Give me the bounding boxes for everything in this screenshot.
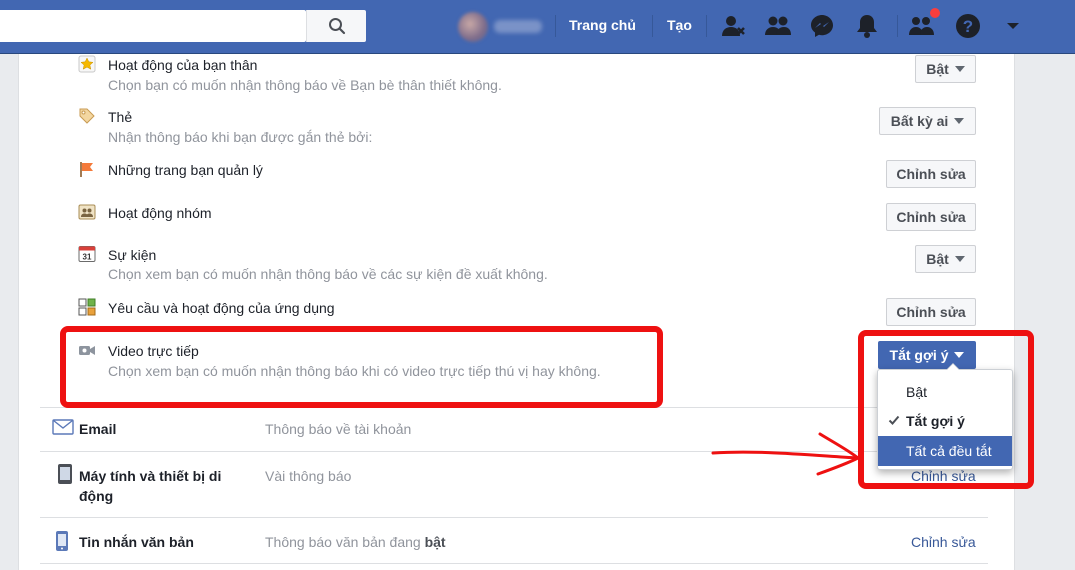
svg-text:?: ? bbox=[963, 17, 973, 36]
section-divider bbox=[40, 517, 988, 518]
groups-edit-button[interactable]: Chỉnh sửa bbox=[886, 203, 976, 231]
caret-down-icon bbox=[954, 66, 965, 72]
setting-title-groups: Hoạt động nhóm bbox=[108, 205, 212, 221]
button-label: Chỉnh sửa bbox=[896, 304, 966, 320]
account-menu-chevron-down-icon[interactable] bbox=[998, 11, 1028, 41]
profile-avatar[interactable] bbox=[458, 12, 488, 42]
notifications-bell-icon[interactable] bbox=[852, 11, 882, 41]
setting-desc-events: Chọn xem bạn có muốn nhận thông báo về c… bbox=[108, 266, 548, 282]
annotation-highlight-setting bbox=[60, 326, 663, 408]
section-title-devices: Máy tính và thiết bị di động bbox=[79, 468, 222, 504]
button-label: Bất kỳ ai bbox=[890, 113, 949, 129]
help-question-icon[interactable]: ? bbox=[953, 11, 983, 41]
button-label: Bật bbox=[926, 61, 949, 77]
sms-edit-link[interactable]: Chỉnh sửa bbox=[911, 534, 976, 550]
nav-separator bbox=[897, 15, 898, 37]
section-divider bbox=[40, 563, 988, 564]
search-button[interactable] bbox=[306, 10, 366, 42]
button-label: Chỉnh sửa bbox=[896, 209, 966, 225]
button-label: Chỉnh sửa bbox=[896, 166, 966, 182]
top-navigation-bar: Trang chủ Tạo ? bbox=[0, 0, 1075, 54]
section-title-email: Email bbox=[79, 421, 117, 437]
setting-desc-close-friends: Chọn bạn có muốn nhận thông báo về Bạn b… bbox=[108, 77, 502, 93]
annotation-arrow-icon bbox=[711, 432, 860, 476]
section-desc-devices: Vài thông báo bbox=[265, 468, 352, 484]
caret-down-icon bbox=[954, 256, 965, 262]
section-desc-email: Thông báo về tài khoản bbox=[265, 421, 412, 437]
phone-icon bbox=[55, 530, 69, 552]
apps-icon bbox=[78, 298, 96, 316]
setting-title-pages: Những trang bạn quản lý bbox=[108, 162, 263, 178]
calendar-day-number: 31 bbox=[83, 253, 92, 262]
notification-badge bbox=[929, 7, 941, 19]
flag-icon bbox=[78, 160, 96, 178]
close-friends-dropdown-button[interactable]: Bật bbox=[915, 55, 976, 83]
people-icon[interactable] bbox=[763, 11, 793, 41]
calendar-icon: 31 bbox=[78, 245, 96, 263]
star-icon bbox=[78, 55, 96, 73]
tag-icon bbox=[78, 107, 96, 125]
pages-edit-button[interactable]: Chỉnh sửa bbox=[886, 160, 976, 188]
events-dropdown-button[interactable]: Bật bbox=[915, 245, 976, 273]
nav-separator bbox=[555, 15, 556, 37]
setting-desc-tags: Nhận thông báo khi bạn được gắn thẻ bởi: bbox=[108, 129, 373, 145]
annotation-highlight-menu bbox=[858, 330, 1034, 489]
nav-separator bbox=[706, 15, 707, 37]
setting-title-tags: Thẻ bbox=[108, 109, 133, 125]
sms-status-value: bật bbox=[424, 534, 446, 550]
setting-title-apps: Yêu cầu và hoạt động của ứng dụng bbox=[108, 300, 335, 316]
group-icon bbox=[78, 203, 96, 221]
device-icon bbox=[57, 463, 73, 485]
setting-title-events: Sự kiện bbox=[108, 247, 157, 263]
caret-down-icon bbox=[954, 118, 965, 124]
section-title-sms: Tin nhắn văn bản bbox=[79, 534, 194, 550]
nav-create-link[interactable]: Tạo bbox=[667, 17, 692, 33]
messenger-icon[interactable] bbox=[807, 11, 837, 41]
sms-status-text: Thông báo văn bản đang bbox=[265, 534, 425, 550]
search-input[interactable] bbox=[0, 10, 306, 42]
search-icon bbox=[328, 18, 345, 35]
nav-separator bbox=[652, 15, 653, 37]
button-label: Bật bbox=[926, 251, 949, 267]
tags-audience-dropdown-button[interactable]: Bất kỳ ai bbox=[879, 107, 976, 135]
nav-home-link[interactable]: Trang chủ bbox=[569, 17, 636, 33]
section-desc-sms: Thông báo văn bản đang bật bbox=[265, 534, 446, 550]
setting-title-close-friends: Hoạt động của bạn thân bbox=[108, 57, 258, 73]
apps-edit-button[interactable]: Chỉnh sửa bbox=[886, 298, 976, 326]
profile-name-blurred[interactable] bbox=[494, 20, 542, 33]
friend-requests-icon[interactable] bbox=[719, 11, 749, 41]
envelope-icon bbox=[52, 418, 74, 436]
